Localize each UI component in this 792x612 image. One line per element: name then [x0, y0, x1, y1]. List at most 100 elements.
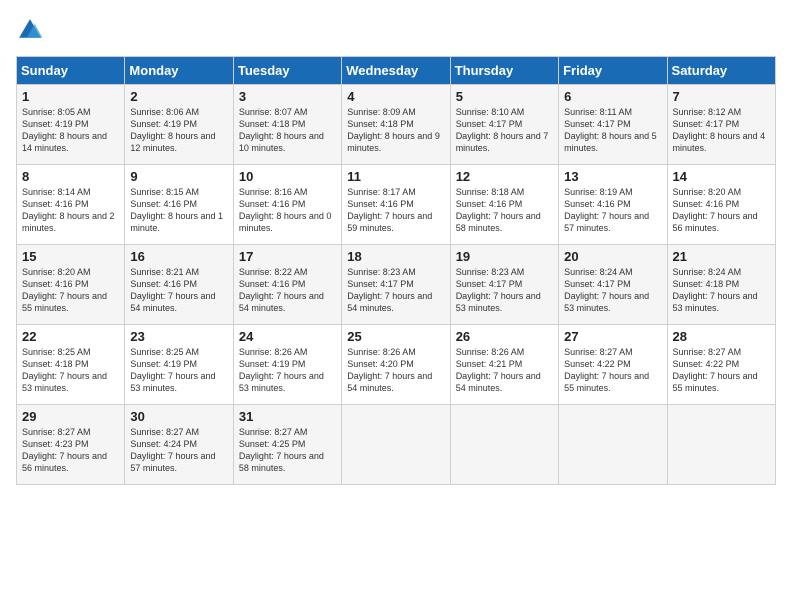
cell-info: Sunrise: 8:23 AMSunset: 4:17 PMDaylight:… [347, 266, 444, 315]
day-number: 28 [673, 329, 770, 344]
header-cell-monday: Monday [125, 57, 233, 85]
cell-info: Sunrise: 8:25 AMSunset: 4:18 PMDaylight:… [22, 346, 119, 395]
day-cell: 31 Sunrise: 8:27 AMSunset: 4:25 PMDayligh… [233, 405, 341, 485]
cell-info: Sunrise: 8:19 AMSunset: 4:16 PMDaylight:… [564, 186, 661, 235]
day-number: 1 [22, 89, 119, 104]
cell-info: Sunrise: 8:14 AMSunset: 4:16 PMDaylight:… [22, 186, 119, 235]
cell-info: Sunrise: 8:24 AMSunset: 4:18 PMDaylight:… [673, 266, 770, 315]
header-cell-wednesday: Wednesday [342, 57, 450, 85]
cell-info: Sunrise: 8:06 AMSunset: 4:19 PMDaylight:… [130, 106, 227, 155]
day-cell [342, 405, 450, 485]
header-row: SundayMondayTuesdayWednesdayThursdayFrid… [17, 57, 776, 85]
day-number: 2 [130, 89, 227, 104]
day-number: 31 [239, 409, 336, 424]
day-cell: 1 Sunrise: 8:05 AMSunset: 4:19 PMDaylight… [17, 85, 125, 165]
day-cell: 26Sunrise: 8:26 AMSunset: 4:21 PMDayligh… [450, 325, 558, 405]
cell-info: Sunrise: 8:16 AMSunset: 4:16 PMDaylight:… [239, 186, 336, 235]
day-cell [559, 405, 667, 485]
cell-info: Sunrise: 8:27 AMSunset: 4:25 PMDaylight:… [239, 426, 336, 475]
day-cell: 21 Sunrise: 8:24 AMSunset: 4:18 PMDayligh… [667, 245, 775, 325]
cell-info: Sunrise: 8:18 AMSunset: 4:16 PMDaylight:… [456, 186, 553, 235]
day-cell: 14 Sunrise: 8:20 AMSunset: 4:16 PMDayligh… [667, 165, 775, 245]
day-number: 6 [564, 89, 661, 104]
day-number: 18 [347, 249, 444, 264]
cell-info: Sunrise: 8:26 AMSunset: 4:19 PMDaylight:… [239, 346, 336, 395]
header-cell-tuesday: Tuesday [233, 57, 341, 85]
day-number: 16 [130, 249, 227, 264]
day-number: 21 [673, 249, 770, 264]
header-cell-friday: Friday [559, 57, 667, 85]
cell-info: Sunrise: 8:27 AMSunset: 4:24 PMDaylight:… [130, 426, 227, 475]
day-number: 29 [22, 409, 119, 424]
cell-info: Sunrise: 8:27 AMSunset: 4:23 PMDaylight:… [22, 426, 119, 475]
day-number: 11 [347, 169, 444, 184]
day-number: 14 [673, 169, 770, 184]
day-cell: 18 Sunrise: 8:23 AMSunset: 4:17 PMDayligh… [342, 245, 450, 325]
cell-info: Sunrise: 8:10 AMSunset: 4:17 PMDaylight:… [456, 106, 553, 155]
day-number: 23 [130, 329, 227, 344]
day-cell: 29 Sunrise: 8:27 AMSunset: 4:23 PMDayligh… [17, 405, 125, 485]
day-cell: 7 Sunrise: 8:12 AMSunset: 4:17 PMDaylight… [667, 85, 775, 165]
day-cell: 10 Sunrise: 8:16 AMSunset: 4:16 PMDayligh… [233, 165, 341, 245]
day-cell: 22 Sunrise: 8:25 AMSunset: 4:18 PMDayligh… [17, 325, 125, 405]
calendar-table: SundayMondayTuesdayWednesdayThursdayFrid… [16, 56, 776, 485]
week-row-3: 15 Sunrise: 8:20 AMSunset: 4:16 PMDayligh… [17, 245, 776, 325]
day-cell [667, 405, 775, 485]
day-cell: 27 Sunrise: 8:27 AMSunset: 4:22 PMDayligh… [559, 325, 667, 405]
cell-info: Sunrise: 8:25 AMSunset: 4:19 PMDaylight:… [130, 346, 227, 395]
day-number: 17 [239, 249, 336, 264]
day-number: 30 [130, 409, 227, 424]
cell-info: Sunrise: 8:20 AMSunset: 4:16 PMDaylight:… [673, 186, 770, 235]
cell-info: Sunrise: 8:23 AMSunset: 4:17 PMDaylight:… [456, 266, 553, 315]
day-cell: 5Sunrise: 8:10 AMSunset: 4:17 PMDaylight… [450, 85, 558, 165]
cell-info: Sunrise: 8:11 AMSunset: 4:17 PMDaylight:… [564, 106, 661, 155]
day-number: 8 [22, 169, 119, 184]
week-row-2: 8 Sunrise: 8:14 AMSunset: 4:16 PMDaylight… [17, 165, 776, 245]
cell-info: Sunrise: 8:21 AMSunset: 4:16 PMDaylight:… [130, 266, 227, 315]
logo-icon [16, 16, 44, 44]
cell-info: Sunrise: 8:12 AMSunset: 4:17 PMDaylight:… [673, 106, 770, 155]
header-cell-thursday: Thursday [450, 57, 558, 85]
day-number: 24 [239, 329, 336, 344]
cell-info: Sunrise: 8:27 AMSunset: 4:22 PMDaylight:… [564, 346, 661, 395]
day-number: 7 [673, 89, 770, 104]
day-number: 13 [564, 169, 661, 184]
cell-info: Sunrise: 8:05 AMSunset: 4:19 PMDaylight:… [22, 106, 119, 155]
cell-info: Sunrise: 8:17 AMSunset: 4:16 PMDaylight:… [347, 186, 444, 235]
day-cell: 15 Sunrise: 8:20 AMSunset: 4:16 PMDayligh… [17, 245, 125, 325]
day-number: 27 [564, 329, 661, 344]
cell-info: Sunrise: 8:20 AMSunset: 4:16 PMDaylight:… [22, 266, 119, 315]
day-cell: 19 Sunrise: 8:23 AMSunset: 4:17 PMDayligh… [450, 245, 558, 325]
day-number: 19 [456, 249, 553, 264]
week-row-5: 29 Sunrise: 8:27 AMSunset: 4:23 PMDayligh… [17, 405, 776, 485]
cell-info: Sunrise: 8:22 AMSunset: 4:16 PMDaylight:… [239, 266, 336, 315]
day-cell: 6 Sunrise: 8:11 AMSunset: 4:17 PMDaylight… [559, 85, 667, 165]
day-cell: 11 Sunrise: 8:17 AMSunset: 4:16 PMDayligh… [342, 165, 450, 245]
cell-info: Sunrise: 8:24 AMSunset: 4:17 PMDaylight:… [564, 266, 661, 315]
day-cell: 17 Sunrise: 8:22 AMSunset: 4:16 PMDayligh… [233, 245, 341, 325]
cell-info: Sunrise: 8:07 AMSunset: 4:18 PMDaylight:… [239, 106, 336, 155]
logo [16, 16, 48, 44]
cell-info: Sunrise: 8:15 AMSunset: 4:16 PMDaylight:… [130, 186, 227, 235]
day-number: 12 [456, 169, 553, 184]
day-number: 26 [456, 329, 553, 344]
day-number: 20 [564, 249, 661, 264]
day-number: 15 [22, 249, 119, 264]
week-row-1: 1 Sunrise: 8:05 AMSunset: 4:19 PMDaylight… [17, 85, 776, 165]
day-cell [450, 405, 558, 485]
header-cell-sunday: Sunday [17, 57, 125, 85]
day-cell: 28 Sunrise: 8:27 AMSunset: 4:22 PMDayligh… [667, 325, 775, 405]
cell-info: Sunrise: 8:27 AMSunset: 4:22 PMDaylight:… [673, 346, 770, 395]
day-cell: 2 Sunrise: 8:06 AMSunset: 4:19 PMDaylight… [125, 85, 233, 165]
cell-info: Sunrise: 8:09 AMSunset: 4:18 PMDaylight:… [347, 106, 444, 155]
day-cell: 9Sunrise: 8:15 AMSunset: 4:16 PMDaylight… [125, 165, 233, 245]
day-number: 22 [22, 329, 119, 344]
day-number: 10 [239, 169, 336, 184]
day-cell: 25Sunrise: 8:26 AMSunset: 4:20 PMDayligh… [342, 325, 450, 405]
day-cell: 20 Sunrise: 8:24 AMSunset: 4:17 PMDayligh… [559, 245, 667, 325]
day-cell: 16 Sunrise: 8:21 AMSunset: 4:16 PMDayligh… [125, 245, 233, 325]
day-cell: 30 Sunrise: 8:27 AMSunset: 4:24 PMDayligh… [125, 405, 233, 485]
day-cell: 24 Sunrise: 8:26 AMSunset: 4:19 PMDayligh… [233, 325, 341, 405]
page-header [16, 16, 776, 44]
day-cell: 4Sunrise: 8:09 AMSunset: 4:18 PMDaylight… [342, 85, 450, 165]
